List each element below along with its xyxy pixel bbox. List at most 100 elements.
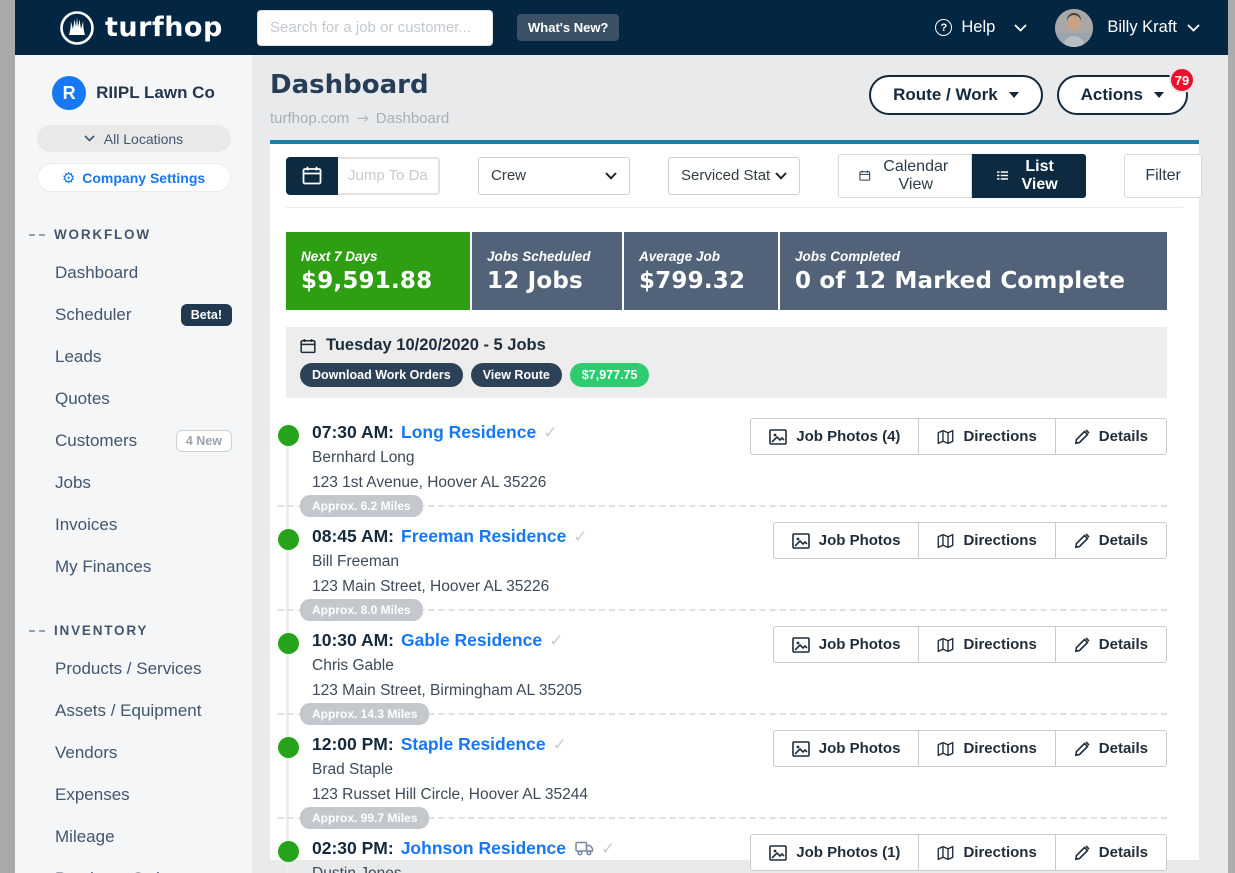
- job-residence-link[interactable]: Freeman Residence: [401, 526, 566, 547]
- date-picker-button[interactable]: [286, 157, 338, 195]
- sidebar-item-vendors[interactable]: Vendors: [15, 732, 252, 774]
- details-button[interactable]: Details: [1055, 834, 1167, 871]
- avatar: [1055, 9, 1093, 47]
- sidebar-item-label: Purchase Orders: [55, 869, 184, 873]
- directions-button[interactable]: Directions: [918, 730, 1055, 767]
- list-view-button[interactable]: List View: [972, 154, 1086, 198]
- stat-value: $799.32: [639, 268, 763, 294]
- actions-button[interactable]: Actions 79: [1057, 75, 1188, 115]
- checkmark-icon: [601, 839, 615, 859]
- directions-label: Directions: [963, 636, 1036, 653]
- job-actions: Job Photos (4) Directions Details: [750, 418, 1167, 455]
- header-buttons: Route / Work Actions 79: [869, 75, 1188, 115]
- stat-value: $9,591.88: [301, 268, 455, 294]
- stats-bar: Next 7 Days $9,591.88 Jobs Scheduled 12 …: [286, 232, 1167, 310]
- details-button[interactable]: Details: [1055, 522, 1167, 559]
- scrollbar[interactable]: [1228, 0, 1235, 873]
- job-time: 07:30 AM:: [312, 422, 394, 443]
- sidebar-item-label: Expenses: [55, 785, 130, 805]
- top-navbar: turfhop What's New? Help Billy Kraft: [15, 0, 1228, 55]
- map-icon: [937, 845, 954, 861]
- directions-label: Directions: [963, 428, 1036, 445]
- sidebar-item-my-finances[interactable]: My Finances: [15, 546, 252, 588]
- locations-dropdown[interactable]: All Locations: [37, 125, 231, 152]
- checkmark-icon: [543, 423, 557, 443]
- sidebar-item-leads[interactable]: Leads: [15, 336, 252, 378]
- job-status-dot: [278, 529, 299, 550]
- brand[interactable]: turfhop: [59, 10, 255, 46]
- day-section-header: Tuesday 10/20/2020 - 5 Jobs Download Wor…: [286, 327, 1167, 398]
- locations-label: All Locations: [104, 131, 183, 147]
- job-photos-button[interactable]: Job Photos: [773, 730, 920, 767]
- details-button[interactable]: Details: [1055, 730, 1167, 767]
- job-residence-link[interactable]: Long Residence: [401, 422, 536, 443]
- job-photos-button[interactable]: Job Photos (4): [750, 418, 919, 455]
- sidebar-item-mileage[interactable]: Mileage: [15, 816, 252, 858]
- stat-value: 0 of 12 Marked Complete: [795, 268, 1152, 294]
- checkmark-icon: [549, 631, 563, 651]
- job-residence-link[interactable]: Staple Residence: [401, 734, 546, 755]
- sidebar-item-purchase-orders[interactable]: Purchase Orders: [15, 858, 252, 873]
- crew-select[interactable]: Crew: [478, 157, 630, 195]
- job-photos-button[interactable]: Job Photos (1): [750, 834, 919, 871]
- sidebar-item-assets-equipment[interactable]: Assets / Equipment: [15, 690, 252, 732]
- pencil-icon: [1074, 429, 1090, 445]
- jobs-list: 07:30 AM: Long Residence Bernhard Long 1…: [278, 412, 1167, 873]
- job-time: 08:45 AM:: [312, 526, 394, 547]
- sidebar-item-customers[interactable]: Customers 4 New: [15, 420, 252, 462]
- directions-button[interactable]: Directions: [918, 834, 1055, 871]
- miles-badge: Approx. 6.2 Miles: [300, 495, 423, 517]
- sidebar-item-label: Leads: [55, 347, 101, 367]
- job-status-dot: [278, 425, 299, 446]
- dashboard-card: Crew Serviced Stat: [270, 140, 1199, 860]
- user-menu[interactable]: Billy Kraft: [1027, 9, 1200, 47]
- filter-button[interactable]: Filter: [1124, 154, 1202, 198]
- details-button[interactable]: Details: [1055, 418, 1167, 455]
- sidebar-item-invoices[interactable]: Invoices: [15, 504, 252, 546]
- directions-button[interactable]: Directions: [918, 626, 1055, 663]
- jump-to-date-input[interactable]: [338, 157, 440, 195]
- map-icon: [937, 533, 954, 549]
- job-residence-link[interactable]: Johnson Residence: [401, 838, 566, 859]
- view-route-button[interactable]: View Route: [471, 363, 562, 387]
- job-actions: Job Photos (1) Directions Details: [750, 834, 1167, 871]
- job-residence-link[interactable]: Gable Residence: [401, 630, 542, 651]
- directions-button[interactable]: Directions: [918, 418, 1055, 455]
- stat-jobs-scheduled: Jobs Scheduled 12 Jobs: [472, 232, 622, 310]
- route-work-button[interactable]: Route / Work: [869, 75, 1043, 115]
- photo-icon: [792, 637, 810, 653]
- sidebar-item-products-services[interactable]: Products / Services: [15, 648, 252, 690]
- job-photos-button[interactable]: Job Photos: [773, 626, 920, 663]
- sidebar-item-quotes[interactable]: Quotes: [15, 378, 252, 420]
- breadcrumb-current: Dashboard: [376, 110, 449, 127]
- sidebar-item-dashboard[interactable]: Dashboard: [15, 252, 252, 294]
- job-row: 02:30 PM: Johnson Residence Dustin Jones…: [278, 828, 1167, 873]
- details-button[interactable]: Details: [1055, 626, 1167, 663]
- stat-value: 12 Jobs: [487, 268, 607, 294]
- photo-icon: [769, 429, 787, 445]
- crew-group: Crew: [459, 157, 649, 195]
- whats-new-button[interactable]: What's New?: [517, 14, 619, 41]
- breadcrumb-root[interactable]: turfhop.com: [270, 110, 349, 127]
- calendar-view-button[interactable]: Calendar View: [838, 154, 972, 198]
- calendar-icon: [300, 338, 316, 354]
- directions-button[interactable]: Directions: [918, 522, 1055, 559]
- serviced-status-select[interactable]: Serviced Stat: [668, 157, 800, 195]
- details-label: Details: [1099, 636, 1148, 653]
- search-input[interactable]: [257, 10, 493, 46]
- day-actions: Download Work Orders View Route $7,977.7…: [300, 363, 1153, 387]
- job-time: 12:00 PM:: [312, 734, 394, 755]
- company-settings-button[interactable]: ⚙ Company Settings: [37, 163, 231, 192]
- sidebar-item-jobs[interactable]: Jobs: [15, 462, 252, 504]
- navbar-right: Help Billy Kraft: [935, 9, 1200, 47]
- day-total-badge: $7,977.75: [570, 363, 650, 387]
- sidebar-item-scheduler[interactable]: Scheduler Beta!: [15, 294, 252, 336]
- sidebar-item-expenses[interactable]: Expenses: [15, 774, 252, 816]
- stat-average-job: Average Job $799.32: [624, 232, 778, 310]
- help-menu[interactable]: Help: [935, 18, 1027, 37]
- download-work-orders-button[interactable]: Download Work Orders: [300, 363, 463, 387]
- breadcrumb: turfhop.com→Dashboard: [270, 109, 449, 127]
- job-address: 123 Main Street, Birmingham AL 35205: [312, 680, 1167, 701]
- job-address: 123 Main Street, Hoover AL 35226: [312, 576, 1167, 597]
- job-photos-button[interactable]: Job Photos: [773, 522, 920, 559]
